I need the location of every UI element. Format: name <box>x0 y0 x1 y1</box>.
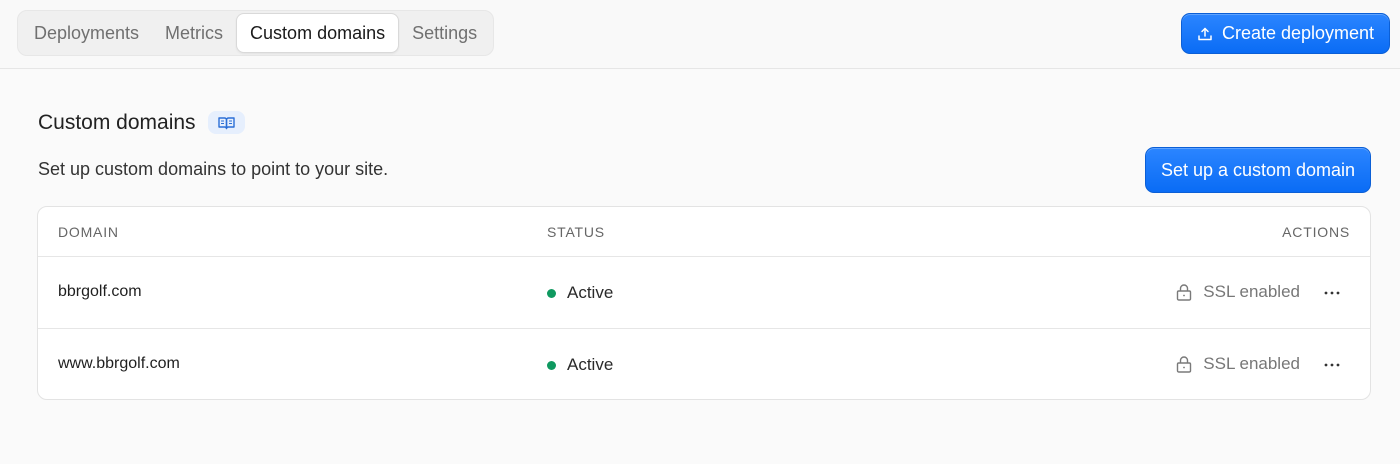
column-header-status: STATUS <box>547 224 605 240</box>
top-bar: Deployments Metrics Custom domains Setti… <box>0 0 1400 69</box>
lock-icon <box>1177 283 1192 301</box>
tab-metrics[interactable]: Metrics <box>152 13 236 53</box>
create-deployment-button[interactable]: Create deployment <box>1181 13 1390 54</box>
ssl-label: SSL enabled <box>1203 354 1300 373</box>
section-subtitle: Set up custom domains to point to your s… <box>38 159 389 179</box>
more-actions-button[interactable] <box>1320 353 1344 377</box>
ssl-status: SSL enabled <box>1176 354 1300 374</box>
status-active-dot <box>547 288 556 298</box>
ssl-status: SSL enabled <box>1176 282 1300 302</box>
book-icon <box>218 116 235 129</box>
docs-link[interactable] <box>208 111 245 134</box>
status-cell: Active <box>547 355 613 375</box>
domains-table: DOMAIN STATUS ACTIONS bbrgolf.com Active… <box>37 206 1371 400</box>
more-horizontal-icon <box>1324 291 1340 295</box>
table-row: www.bbrgolf.com Active SSL enabled <box>38 328 1370 399</box>
domain-name: bbrgolf.com <box>58 283 142 300</box>
tab-bar: Deployments Metrics Custom domains Setti… <box>17 10 495 56</box>
table-row: bbrgolf.com Active SSL enabled <box>38 257 1370 328</box>
ssl-label: SSL enabled <box>1203 282 1300 301</box>
section-title: Custom domains <box>38 111 196 134</box>
tab-settings[interactable]: Settings <box>399 13 490 53</box>
tab-deployments[interactable]: Deployments <box>21 13 152 53</box>
tab-custom-domains[interactable]: Custom domains <box>236 13 400 53</box>
upload-icon <box>1198 27 1212 40</box>
status-active-dot <box>547 360 556 370</box>
more-horizontal-icon <box>1324 363 1340 367</box>
status-cell: Active <box>547 283 613 303</box>
create-deployment-label: Create deployment <box>1221 23 1375 43</box>
status-label: Active <box>567 283 614 302</box>
setup-custom-domain-button[interactable]: Set up a custom domain <box>1145 147 1371 193</box>
column-header-domain: DOMAIN <box>58 224 119 240</box>
column-header-actions: ACTIONS <box>1282 224 1350 240</box>
table-header: DOMAIN STATUS ACTIONS <box>38 207 1370 257</box>
status-label: Active <box>567 355 614 374</box>
more-actions-button[interactable] <box>1320 281 1344 305</box>
domain-name: www.bbrgolf.com <box>58 355 180 372</box>
lock-icon <box>1177 355 1192 373</box>
